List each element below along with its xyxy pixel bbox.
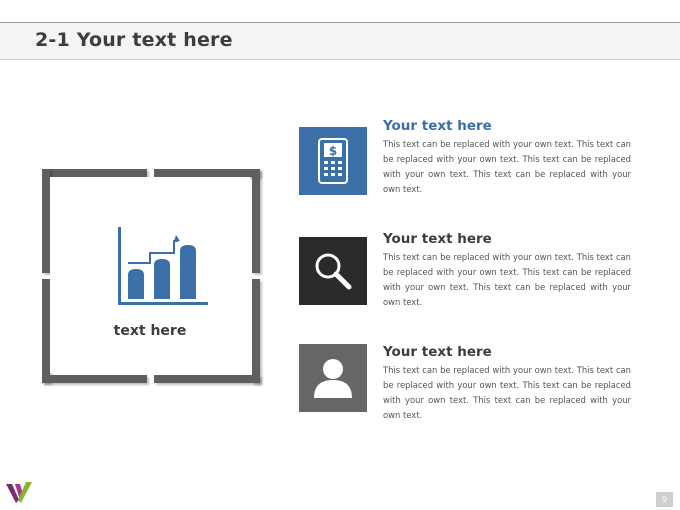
tile-mobile: $ [299, 127, 367, 195]
mobile-dollar-icon: $ [318, 138, 348, 184]
frame-content: text here [50, 177, 250, 373]
frame-bar-right-bottom [252, 279, 260, 383]
title-bar: 2-1 Your text here [0, 23, 680, 60]
tile-user [299, 344, 367, 412]
frame-bar-bottom-left [42, 375, 147, 383]
brand-logo-icon [6, 482, 32, 503]
frame-bar-bottom-right [154, 375, 260, 383]
page-title: 2-1 Your text here [35, 29, 233, 51]
frame-bar-top-left [42, 169, 147, 177]
item-body: This text can be replaced with your own … [383, 139, 631, 194]
text-item-1: Your text here This text can be replaced… [383, 118, 631, 197]
chart-frame: text here [42, 169, 260, 383]
frame-bar-left-top [42, 169, 50, 273]
tile-search [299, 237, 367, 305]
svg-text:$: $ [329, 144, 337, 158]
item-body: This text can be replaced with your own … [383, 365, 631, 420]
item-title: Your text here [383, 344, 492, 360]
frame-label: text here [113, 323, 187, 339]
page-number: 9 [656, 492, 673, 507]
user-icon [314, 359, 352, 398]
frame-bar-top-right [154, 169, 260, 177]
frame-bar-left-bottom [42, 279, 50, 383]
text-item-3: Your text here This text can be replaced… [383, 344, 631, 423]
item-body: This text can be replaced with your own … [383, 252, 631, 307]
frame-bar-right-top [252, 169, 260, 273]
text-item-2: Your text here This text can be replaced… [383, 231, 631, 310]
item-title: Your text here [383, 118, 492, 134]
growth-chart-icon [118, 227, 208, 305]
magnifier-icon [315, 253, 352, 290]
item-title: Your text here [383, 231, 492, 247]
